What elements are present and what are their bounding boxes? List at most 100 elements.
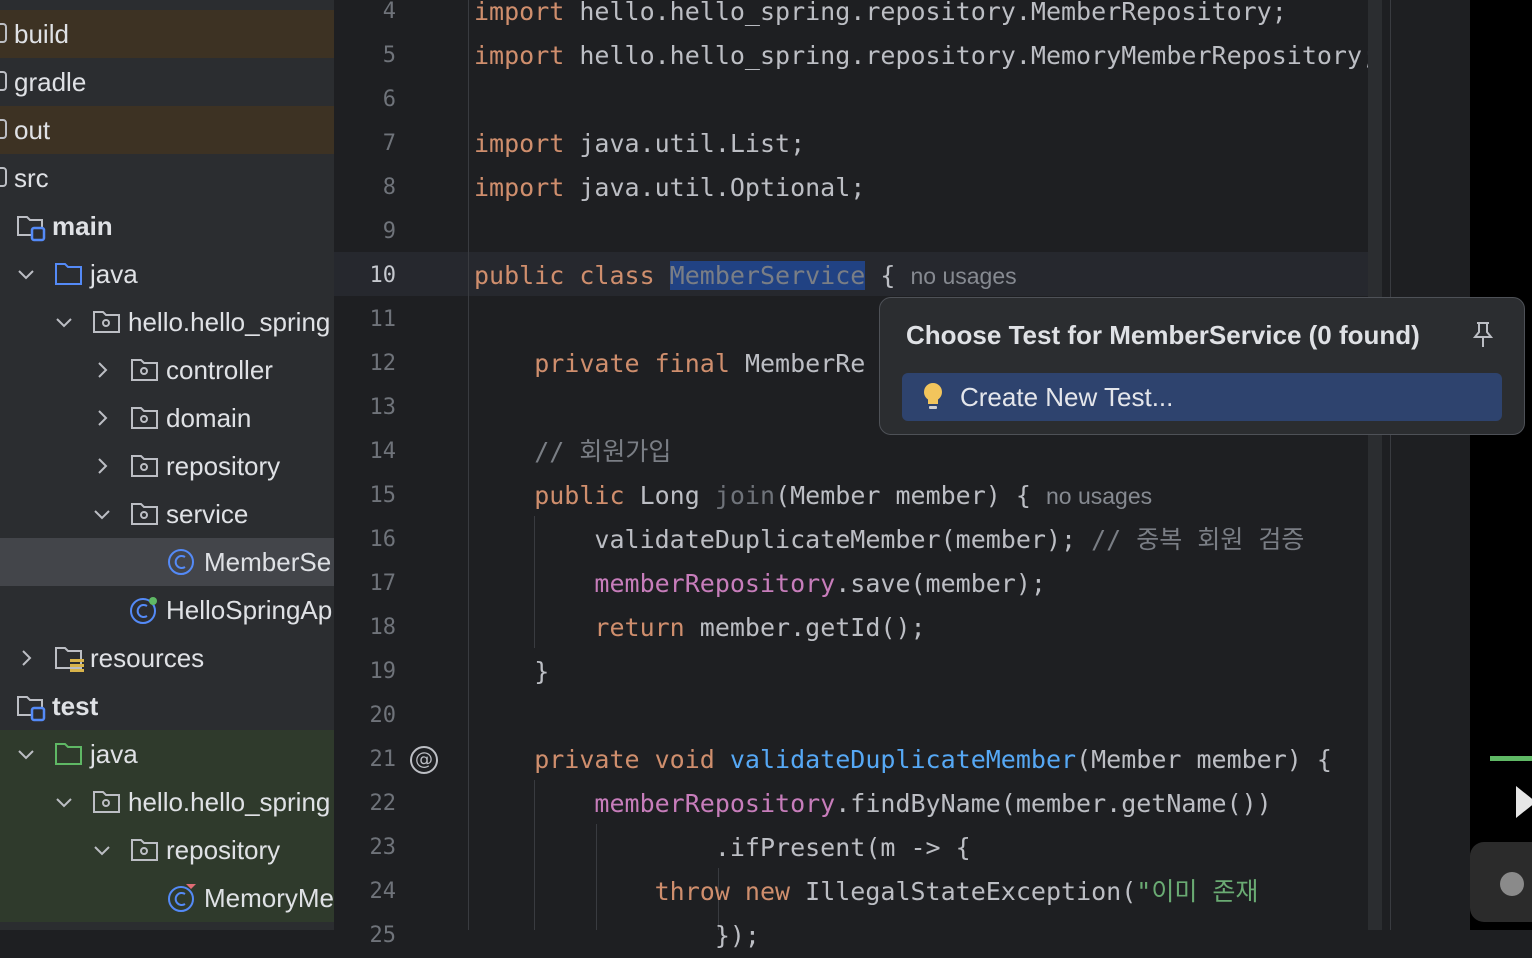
tree-item-java[interactable]: java xyxy=(0,250,334,298)
tree-item-gradle[interactable]: gradle xyxy=(0,58,334,106)
folder-icon xyxy=(0,69,12,95)
editor-scrollbar[interactable] xyxy=(1368,0,1382,930)
right-gutter-panel xyxy=(1390,0,1471,930)
tree-item-label: test xyxy=(52,691,99,721)
tree-item-label: main xyxy=(52,211,113,241)
code-line[interactable]: return member.getId(); xyxy=(474,606,926,650)
play-icon[interactable] xyxy=(1516,786,1532,818)
line-number: 24 xyxy=(369,879,397,904)
tree-item-memorymembertest[interactable]: MemoryMe xyxy=(0,874,334,922)
line-number: 15 xyxy=(369,483,397,508)
line-number: 11 xyxy=(369,307,397,332)
keyword: private void xyxy=(474,745,730,774)
line-number: 9 xyxy=(382,219,396,244)
keyword: private final xyxy=(474,349,745,378)
code-line-current[interactable]: public class MemberService { no usages xyxy=(474,254,1017,298)
code-line[interactable]: validateDuplicateMember(member); // 중복 회… xyxy=(474,518,1304,562)
code-line[interactable]: import java.util.Optional; xyxy=(474,166,865,210)
folder-icon xyxy=(0,165,12,191)
chevron-down-icon[interactable] xyxy=(16,264,36,284)
tree-item-main[interactable]: main xyxy=(0,202,334,250)
chevron-down-icon[interactable] xyxy=(16,744,36,764)
package-icon xyxy=(130,357,160,383)
code-line[interactable]: private void validateDuplicateMember(Mem… xyxy=(474,738,1332,782)
code-line[interactable]: public Long join(Member member) { no usa… xyxy=(474,474,1152,518)
tree-item-domain[interactable]: domain xyxy=(0,394,334,442)
comment: // 회원가입 xyxy=(474,437,672,466)
class-icon xyxy=(166,547,196,575)
code-line[interactable]: .ifPresent(m -> { xyxy=(474,826,971,870)
popup-title: Choose Test for MemberService (0 found) xyxy=(906,320,1420,350)
code-text: member.getId(); xyxy=(699,613,926,642)
chevron-right-icon[interactable] xyxy=(92,360,112,380)
line-number: 8 xyxy=(382,175,396,200)
comment: // 중복 회원 검증 xyxy=(1091,525,1305,554)
code-line[interactable]: private final MemberRe xyxy=(474,342,865,386)
pin-icon[interactable] xyxy=(1470,320,1496,350)
line-number: 5 xyxy=(382,43,396,68)
line-number: 6 xyxy=(382,87,396,112)
tree-item-test-java[interactable]: java xyxy=(0,730,334,778)
tree-item-label: MemoryMe xyxy=(204,883,334,913)
test-class-icon xyxy=(166,883,196,912)
tree-item-resources[interactable]: resources xyxy=(0,634,334,682)
tree-item-memberservice[interactable]: MemberSe xyxy=(0,538,334,586)
tree-item-src[interactable]: src xyxy=(0,154,334,202)
tree-item-label: repository xyxy=(166,451,281,481)
tree-item-repository[interactable]: repository xyxy=(0,442,334,490)
line-number: 23 xyxy=(369,835,397,860)
line-number: 14 xyxy=(369,439,397,464)
resources-folder-icon xyxy=(54,645,84,672)
tree-item-out[interactable]: out xyxy=(0,106,334,154)
chevron-down-icon[interactable] xyxy=(92,840,112,860)
selected-class-name[interactable]: MemberService xyxy=(669,261,866,290)
usages-hint[interactable]: no usages xyxy=(1046,483,1152,509)
at-sign-icon[interactable]: @ xyxy=(410,746,438,774)
code-line[interactable]: memberRepository.findByName(member.getNa… xyxy=(474,782,1271,826)
code-text: { xyxy=(865,261,911,290)
code-text: } xyxy=(474,657,550,686)
chevron-down-icon[interactable] xyxy=(54,312,74,332)
tree-item-label: service xyxy=(166,499,249,529)
keyword: public xyxy=(474,481,640,510)
code-line[interactable]: // 회원가입 xyxy=(474,430,671,474)
chevron-right-icon[interactable] xyxy=(92,408,112,428)
chevron-right-icon[interactable] xyxy=(16,648,36,668)
usages-hint[interactable]: no usages xyxy=(911,263,1017,289)
code-text: (Member member) { xyxy=(1076,745,1332,774)
code-line[interactable]: }); xyxy=(474,914,760,958)
chevron-down-icon[interactable] xyxy=(92,504,112,524)
method-name: join xyxy=(714,481,776,510)
tree-item-hellospringapp[interactable]: HelloSpringAp xyxy=(0,586,334,634)
code-line[interactable]: import java.util.List; xyxy=(474,122,805,166)
code-line[interactable]: import hello.hello_spring.repository.Mem… xyxy=(474,0,1287,34)
code-line[interactable]: throw new IllegalStateException("이미 존재 xyxy=(474,870,1388,914)
tree-item-test-repository[interactable]: repository xyxy=(0,826,334,874)
tree-item-label: domain xyxy=(166,403,252,433)
source-folder-icon xyxy=(54,261,84,287)
code-text: MemberRe xyxy=(744,349,866,378)
line-number: 13 xyxy=(369,395,397,420)
chevron-down-icon[interactable] xyxy=(54,792,74,812)
field-name: memberRepository xyxy=(474,569,836,598)
record-icon[interactable] xyxy=(1500,872,1524,896)
chevron-right-icon[interactable] xyxy=(92,456,112,476)
test-folder-icon xyxy=(54,741,84,767)
tree-item-service[interactable]: service xyxy=(0,490,334,538)
create-new-test-option[interactable]: Create New Test... xyxy=(902,373,1502,421)
project-tree: build gradle out src main java hello.hel… xyxy=(0,0,334,930)
tree-item-test[interactable]: test xyxy=(0,682,334,730)
code-line[interactable]: memberRepository.save(member); xyxy=(474,562,1046,606)
tree-item-test-package[interactable]: hello.hello_spring xyxy=(0,778,334,826)
code-line[interactable]: import hello.hello_spring.repository.Mem… xyxy=(474,34,1377,78)
tree-item-package[interactable]: hello.hello_spring xyxy=(0,298,334,346)
choose-test-popup: Choose Test for MemberService (0 found) … xyxy=(879,297,1525,435)
tree-item-controller[interactable]: controller xyxy=(0,346,334,394)
code-line[interactable]: } xyxy=(474,650,549,694)
code-text: validateDuplicateMember(member); xyxy=(474,525,1092,554)
package-icon xyxy=(130,501,160,527)
code-text: .save(member); xyxy=(835,569,1046,598)
code-text: java.util.List; xyxy=(564,129,806,158)
package-icon xyxy=(130,405,160,431)
tree-item-build[interactable]: build xyxy=(0,10,334,58)
